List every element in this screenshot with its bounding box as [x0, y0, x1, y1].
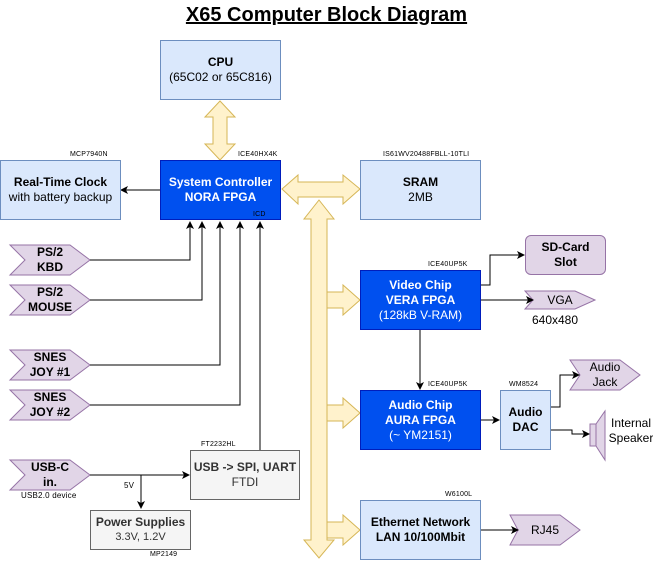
speaker-icon	[589, 409, 606, 462]
snes2-line2: JOY #2	[29, 405, 71, 419]
speaker-line2: Speaker	[608, 431, 653, 445]
snes2-line1: SNES	[33, 390, 67, 404]
snes2-label: SNES JOY #2	[25, 390, 75, 420]
audio-jack-line2: Jack	[592, 375, 618, 389]
rtc-part-number: MCP7940N	[70, 151, 108, 158]
dac-subtitle: DAC	[512, 420, 539, 434]
nora-part-number: ICE40HX4K	[238, 151, 278, 158]
rtc-block: Real-Time Clock with battery backup	[0, 160, 121, 220]
rtc-subtitle: with battery backup	[8, 190, 113, 204]
ps2-kbd-line1: PS/2	[36, 245, 63, 259]
cpu-subtitle: (65C02 or 65C816)	[169, 70, 272, 84]
speaker-line1: Internal	[610, 416, 652, 430]
power-block: Power Supplies 3.3V, 1.2V	[90, 510, 191, 550]
bus-to-vera-arrow	[326, 283, 361, 317]
bus-to-aura-arrow	[326, 396, 361, 430]
aura-block: Audio Chip AURA FPGA (~ YM2151)	[360, 390, 481, 450]
sram-part-number: IS61WV20488FBLL-10TLI	[383, 151, 470, 158]
vga-resolution-note: 640x480	[531, 313, 579, 327]
sram-block: SRAM 2MB	[360, 160, 481, 220]
speaker-label: Internal Speaker	[606, 416, 653, 446]
sdcard-block: SD-Card Slot	[525, 235, 606, 275]
ethernet-subtitle: LAN 10/100Mbit	[375, 530, 466, 544]
snes1-line2: JOY #1	[29, 365, 71, 379]
dac-part-number: WM8524	[509, 381, 539, 388]
ps2-mouse-line1: PS/2	[36, 285, 63, 299]
snes1-label: SNES JOY #1	[25, 350, 75, 380]
vera-block: Video Chip VERA FPGA (128kB V-RAM)	[360, 270, 481, 330]
nora-icd-label: ICD	[253, 211, 266, 218]
audio-jack-label: Audio Jack	[580, 360, 630, 390]
usbc-line1: USB-C	[31, 460, 69, 474]
vera-title: Video Chip	[389, 277, 452, 292]
ethernet-title: Ethernet Network	[370, 515, 471, 529]
vera-part-number: ICE40UP5K	[428, 261, 468, 268]
nora-subtitle: NORA FPGA	[184, 190, 257, 204]
vera-detail: (128kB V-RAM)	[378, 307, 463, 322]
ps2-mouse-label: PS/2 MOUSE	[25, 285, 75, 315]
usbc-line2: in.	[43, 475, 57, 489]
cpu-block: CPU (65C02 or 65C816)	[160, 40, 281, 100]
vera-subtitle: VERA FPGA	[385, 292, 456, 307]
ftdi-part-number: FT2232HL	[201, 441, 236, 448]
audio-jack-line1: Audio	[589, 360, 621, 374]
usb-5v-label: 5V	[124, 481, 135, 490]
power-title: Power Supplies	[95, 515, 186, 529]
sdcard-title: SD-Card	[541, 240, 590, 254]
dac-title: Audio	[508, 405, 543, 419]
ps2-kbd-line2: KBD	[37, 260, 63, 274]
snes1-line1: SNES	[33, 350, 67, 364]
ethernet-block: Ethernet Network LAN 10/100Mbit	[360, 500, 481, 560]
cpu-title: CPU	[207, 55, 234, 69]
sdcard-subtitle: Slot	[554, 255, 577, 269]
usbc-note: USB2.0 device	[21, 491, 77, 500]
ftdi-subtitle: FTDI	[231, 475, 259, 489]
aura-subtitle: AURA FPGA	[385, 412, 456, 427]
diagram-canvas	[8, 100, 641, 559]
main-bus-vertical-arrow	[302, 199, 336, 559]
dac-block: Audio DAC	[500, 390, 551, 450]
rtc-title: Real-Time Clock	[13, 175, 108, 189]
usbc-label: USB-C in.	[25, 460, 75, 490]
sram-title: SRAM	[402, 175, 439, 189]
power-part-number: MP2149	[150, 551, 178, 558]
vga-port-label: VGA	[547, 293, 573, 307]
cpu-nora-bus-arrow	[203, 100, 237, 161]
power-subtitle: 3.3V, 1.2V	[115, 531, 166, 543]
aura-title: Audio Chip	[388, 397, 453, 412]
ps2-kbd-label: PS/2 KBD	[25, 245, 75, 275]
diagram-title: X65 Computer Block Diagram	[185, 4, 468, 26]
ftdi-block: USB -> SPI, UART FTDI	[190, 450, 300, 500]
sram-subtitle: 2MB	[408, 190, 433, 204]
ftdi-title: USB -> SPI, UART	[193, 460, 297, 474]
ethernet-part-number: W6100L	[445, 491, 473, 498]
aura-detail: (~ YM2151)	[389, 427, 452, 442]
aura-part-number: ICE40UP5K	[428, 381, 468, 388]
nora-sram-bus-arrow	[281, 173, 361, 206]
ps2-mouse-line2: MOUSE	[27, 300, 72, 314]
rj45-port-label: RJ45	[530, 523, 559, 537]
nora-title: System Controller	[168, 175, 273, 189]
